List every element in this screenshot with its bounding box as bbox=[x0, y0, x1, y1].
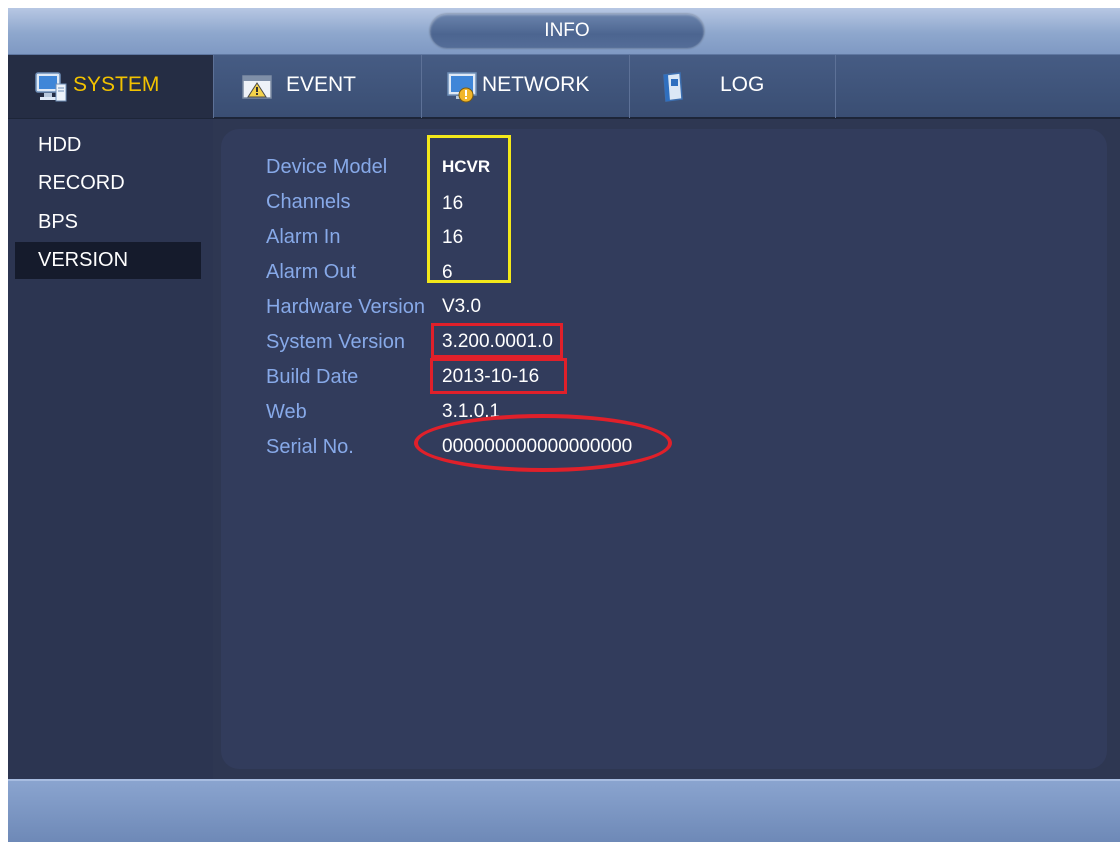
window-title: INFO bbox=[430, 14, 704, 48]
alarm-icon bbox=[240, 68, 274, 102]
tab-log[interactable]: LOG bbox=[630, 55, 836, 118]
sidebar-item-version[interactable]: VERSION bbox=[15, 242, 201, 279]
tab-system-label: SYSTEM bbox=[73, 73, 160, 96]
footer-bar bbox=[8, 779, 1120, 842]
tab-bar: SYSTEM EVENT NETWORK LOG bbox=[8, 54, 1120, 119]
sidebar: HDD RECORD BPS VERSION bbox=[8, 119, 213, 779]
sidebar-item-bps[interactable]: BPS bbox=[15, 204, 201, 241]
log-book-icon bbox=[656, 68, 690, 102]
hardware-version-value: V3.0 bbox=[442, 296, 482, 317]
device-model-label: Device Model bbox=[266, 156, 388, 178]
monitor-icon bbox=[34, 68, 68, 102]
tab-event[interactable]: EVENT bbox=[214, 55, 422, 118]
sidebar-item-hdd[interactable]: HDD bbox=[15, 127, 201, 164]
build-date-label: Build Date bbox=[266, 366, 359, 388]
title-bar: INFO bbox=[8, 8, 1120, 54]
hardware-version-label: Hardware Version bbox=[266, 296, 425, 318]
tab-system[interactable]: SYSTEM bbox=[8, 55, 214, 118]
sidebar-item-record[interactable]: RECORD bbox=[15, 165, 201, 202]
serial-no-label: Serial No. bbox=[266, 436, 354, 458]
highlight-box-yellow bbox=[427, 135, 511, 283]
alarm-in-label: Alarm In bbox=[266, 226, 341, 248]
channels-label: Channels bbox=[266, 191, 351, 213]
tab-network-label: NETWORK bbox=[482, 73, 590, 96]
tab-event-label: EVENT bbox=[286, 73, 357, 96]
alarm-out-label: Alarm Out bbox=[266, 261, 357, 283]
highlight-oval-serial-no bbox=[414, 414, 672, 472]
system-version-label: System Version bbox=[266, 331, 405, 353]
version-info-panel: Device Model HCVR Channels 16 Alarm In 1… bbox=[221, 129, 1107, 769]
highlight-box-system-version bbox=[431, 323, 563, 358]
web-label: Web bbox=[266, 401, 307, 423]
tab-network[interactable]: NETWORK bbox=[422, 55, 630, 118]
tab-log-label: LOG bbox=[720, 73, 765, 96]
highlight-box-build-date bbox=[430, 358, 567, 394]
info-window: INFO SYSTEM EVENT NETWORK LOG HDD RECORD… bbox=[8, 8, 1120, 842]
network-icon bbox=[446, 68, 480, 103]
